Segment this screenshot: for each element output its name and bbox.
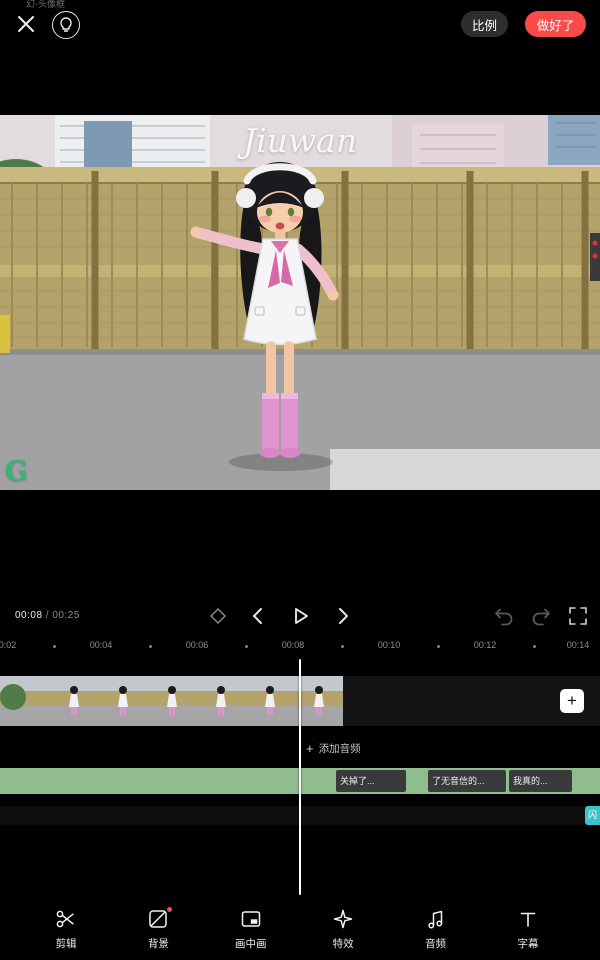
ruler-dot xyxy=(149,645,152,648)
close-icon xyxy=(14,12,38,36)
tool-subtitle[interactable]: 字幕 xyxy=(496,899,560,959)
scissors-icon xyxy=(54,907,78,931)
done-button[interactable]: 做好了 xyxy=(525,11,586,37)
add-clip-button[interactable]: + xyxy=(560,689,584,713)
add-audio-button[interactable]: + 添加音频 xyxy=(306,737,361,759)
ruler-label: 00:10 xyxy=(378,640,401,650)
notification-dot xyxy=(167,907,172,912)
add-audio-label: 添加音频 xyxy=(319,741,361,756)
video-thumbnail[interactable] xyxy=(294,676,343,726)
status-watermark-text: 幻·头像框 xyxy=(26,0,65,10)
undo-button[interactable] xyxy=(492,604,516,628)
redo-button[interactable] xyxy=(529,604,553,628)
tool-edit[interactable]: 剪辑 xyxy=(34,899,98,959)
previous-frame-button[interactable] xyxy=(247,604,271,628)
watermark-text: Jiuwan xyxy=(0,121,600,160)
redo-icon xyxy=(529,604,553,628)
ruler-label: 00:14 xyxy=(567,640,590,650)
tool-audio[interactable]: 音频 xyxy=(404,899,468,959)
ruler-label: 00:02 xyxy=(0,640,16,650)
lightbulb-icon xyxy=(59,17,73,33)
play-button[interactable] xyxy=(288,604,312,628)
ratio-button[interactable]: 比例 xyxy=(461,11,508,37)
game-logo: G xyxy=(5,456,28,487)
chevron-right-icon xyxy=(330,604,354,628)
ruler-dot xyxy=(533,645,536,648)
tool-background[interactable]: 背景 xyxy=(126,899,190,959)
ruler-dot xyxy=(53,645,56,648)
tool-pip[interactable]: 画中画 xyxy=(219,899,283,959)
ruler-label: 00:12 xyxy=(474,640,497,650)
video-thumbnail[interactable] xyxy=(0,676,49,726)
tool-label: 音频 xyxy=(425,936,446,951)
ruler-label: 00:06 xyxy=(186,640,209,650)
keyframe-button[interactable] xyxy=(206,604,230,628)
ruler-label: 00:08 xyxy=(282,640,305,650)
current-time: 00:08 xyxy=(15,610,43,621)
play-icon xyxy=(288,604,312,628)
ruler-label: 00:04 xyxy=(90,640,113,650)
total-time: / 00:25 xyxy=(43,610,80,621)
subtitle-segment[interactable]: 我真的... xyxy=(509,770,572,792)
ruler-dot xyxy=(437,645,440,648)
tool-label: 剪辑 xyxy=(56,936,77,951)
text-icon xyxy=(516,907,540,931)
ruler-dot xyxy=(245,645,248,648)
tool-label: 背景 xyxy=(148,936,169,951)
subtitle-segment[interactable]: 关掉了... xyxy=(336,770,406,792)
done-button-label: 做好了 xyxy=(537,15,575,34)
close-button[interactable] xyxy=(14,12,38,36)
tool-label: 字幕 xyxy=(517,936,538,951)
fullscreen-button[interactable] xyxy=(566,604,590,628)
tips-button[interactable] xyxy=(52,11,80,39)
video-thumbnail[interactable] xyxy=(147,676,196,726)
tool-effects[interactable]: 特效 xyxy=(311,899,375,959)
subtitle-segment[interactable]: 了无音信的... xyxy=(428,770,506,792)
keyframe-diamond-icon xyxy=(206,604,230,628)
effect-clip[interactable]: 闪 xyxy=(585,806,600,825)
timeline-ruler[interactable]: 00:02 00:04 00:06 00:08 00:10 00:12 00:1… xyxy=(0,640,600,654)
playhead xyxy=(299,659,301,895)
fullscreen-icon xyxy=(566,604,590,628)
ruler-dot xyxy=(341,645,344,648)
chevron-left-icon xyxy=(247,604,271,628)
video-thumbnail[interactable] xyxy=(196,676,245,726)
time-display: 00:08 / 00:25 xyxy=(15,610,80,621)
video-thumbnail[interactable] xyxy=(245,676,294,726)
plus-icon: + xyxy=(306,741,314,756)
undo-icon xyxy=(492,604,516,628)
ratio-button-label: 比例 xyxy=(472,15,497,34)
video-thumbnail[interactable] xyxy=(49,676,98,726)
next-frame-button[interactable] xyxy=(330,604,354,628)
tool-label: 画中画 xyxy=(235,936,267,951)
sparkle-icon xyxy=(331,907,355,931)
game-scene-frame xyxy=(0,115,600,490)
tool-label: 特效 xyxy=(333,936,354,951)
video-editor-app: 幻·头像框 比例 做好了 xyxy=(0,0,600,960)
video-thumbnail[interactable] xyxy=(98,676,147,726)
music-note-icon xyxy=(424,907,448,931)
picture-in-picture-icon xyxy=(239,907,263,931)
bottom-toolbar: 剪辑 背景 画中画 特效 xyxy=(0,899,600,959)
video-preview[interactable]: Jiuwan G xyxy=(0,115,600,490)
